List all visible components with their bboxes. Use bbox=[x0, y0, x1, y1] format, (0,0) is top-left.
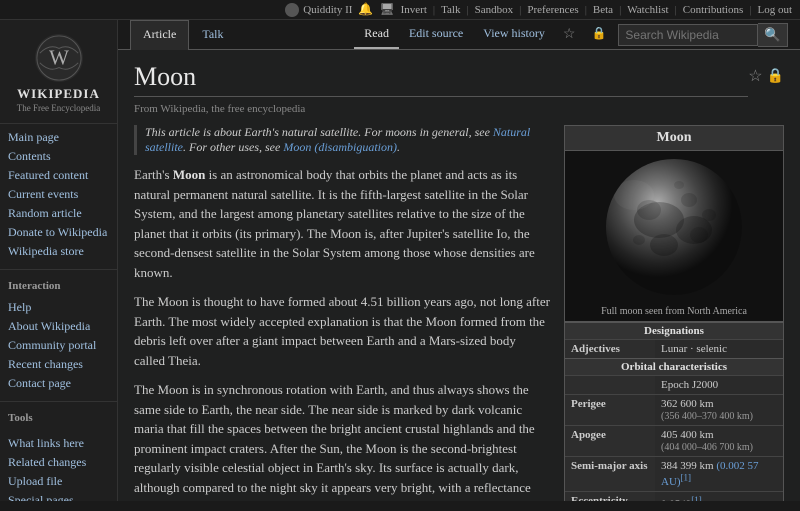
sidebar-item-donate[interactable]: Donate to Wikipedia bbox=[0, 223, 117, 242]
moon-image bbox=[579, 155, 769, 300]
infobox-caption: Full moon seen from North America bbox=[569, 306, 779, 317]
article-title: Moon bbox=[134, 62, 748, 97]
article-content-area: Moon From Wikipedia, the free encycloped… bbox=[118, 50, 800, 501]
topbar-link-invert[interactable]: Invert bbox=[401, 4, 427, 16]
infobox-label-semi-major: Semi-major axis bbox=[565, 457, 655, 491]
sidebar-item-help[interactable]: Help bbox=[0, 298, 117, 317]
sidebar-tools: What links here Related changes Upload f… bbox=[0, 430, 117, 501]
infobox-row-epoch: Epoch J2000 bbox=[565, 375, 783, 394]
sidebar-item-what-links[interactable]: What links here bbox=[0, 434, 117, 453]
monitor-icon[interactable]: 🖥 bbox=[379, 2, 394, 17]
tab-edit-source[interactable]: Edit source bbox=[399, 20, 473, 49]
sidebar-logo: W Wikipedia The Free Encyclopedia bbox=[0, 24, 117, 124]
infobox-section-orbital: Orbital characteristics bbox=[565, 358, 783, 375]
site-subtitle: The Free Encyclopedia bbox=[17, 103, 100, 113]
article-tabs-bar: Article Talk Read Edit source View histo… bbox=[118, 20, 800, 50]
topbar-link-beta[interactable]: Beta bbox=[593, 4, 613, 16]
search-box: 🔍 bbox=[618, 20, 788, 49]
sidebar-nav: Main page Contents Featured content Curr… bbox=[0, 124, 117, 265]
lock-icon[interactable]: 🔒 bbox=[583, 20, 614, 49]
page-options-icon[interactable]: 🔒 bbox=[767, 68, 784, 85]
article-tagline: From Wikipedia, the free encyclopedia bbox=[134, 103, 748, 115]
tab-read[interactable]: Read bbox=[354, 20, 399, 49]
sidebar-item-random-article[interactable]: Random article bbox=[0, 204, 117, 223]
sidebar-item-featured-content[interactable]: Featured content bbox=[0, 166, 117, 185]
sidebar-item-special-pages[interactable]: Special pages bbox=[0, 491, 117, 501]
infobox-row-semi-major: Semi-major axis 384 399 km (0.002 57 AU)… bbox=[565, 456, 783, 491]
sidebar-item-contact[interactable]: Contact page bbox=[0, 374, 117, 393]
sidebar-interaction-label: Interaction bbox=[0, 274, 117, 294]
topbar-link-logout[interactable]: Log out bbox=[757, 4, 792, 16]
infobox-title: Moon bbox=[565, 126, 783, 151]
username[interactable]: Quiddity II bbox=[303, 4, 352, 16]
tab-view-history[interactable]: View history bbox=[473, 20, 555, 49]
user-icon bbox=[285, 3, 299, 17]
topbar-link-contributions[interactable]: Contributions bbox=[683, 4, 744, 16]
link-moon-disambiguation[interactable]: Moon (disambiguation) bbox=[283, 140, 397, 154]
infobox-label-apogee: Apogee bbox=[565, 426, 655, 456]
main-content: Article Talk Read Edit source View histo… bbox=[118, 20, 800, 501]
sidebar-item-recent-changes[interactable]: Recent changes bbox=[0, 355, 117, 374]
infobox-value-semi-major: 384 399 km (0.002 57 AU)[1] bbox=[655, 457, 783, 491]
infobox-image: Full moon seen from North America bbox=[565, 151, 783, 322]
infobox-label-adjectives: Adjectives bbox=[565, 340, 655, 358]
infobox-row-perigee: Perigee 362 600 km(356 400–370 400 km) bbox=[565, 394, 783, 425]
infobox-row-apogee: Apogee 405 400 km(404 000–406 700 km) bbox=[565, 425, 783, 456]
infobox-row-eccentricity: Eccentricity 0.0549[1] bbox=[565, 491, 783, 501]
search-button[interactable]: 🔍 bbox=[758, 23, 788, 47]
site-title: Wikipedia bbox=[17, 86, 100, 102]
search-input[interactable] bbox=[618, 24, 758, 46]
infobox-value-eccentricity: 0.0549[1] bbox=[655, 492, 783, 501]
infobox-label-epoch bbox=[565, 376, 655, 394]
infobox-value-adjectives: Lunar · selenic bbox=[655, 340, 783, 358]
infobox-value-apogee: 405 400 km(404 000–406 700 km) bbox=[655, 426, 783, 456]
star-button[interactable]: ☆ bbox=[555, 20, 584, 49]
topbar-link-watchlist[interactable]: Watchlist bbox=[627, 4, 668, 16]
infobox-label-eccentricity: Eccentricity bbox=[565, 492, 655, 501]
sidebar-item-upload-file[interactable]: Upload file bbox=[0, 472, 117, 491]
infobox-row-adjectives: Adjectives Lunar · selenic bbox=[565, 339, 783, 358]
sidebar-item-about[interactable]: About Wikipedia bbox=[0, 317, 117, 336]
sidebar-item-main-page[interactable]: Main page bbox=[0, 128, 117, 147]
infobox-value-perigee: 362 600 km(356 400–370 400 km) bbox=[655, 395, 783, 425]
sidebar-item-related-changes[interactable]: Related changes bbox=[0, 453, 117, 472]
tab-article[interactable]: Article bbox=[130, 20, 189, 50]
article-body: Moon bbox=[134, 125, 784, 501]
sidebar-item-community-portal[interactable]: Community portal bbox=[0, 336, 117, 355]
user-menu[interactable]: Quiddity II bbox=[285, 3, 352, 17]
sidebar-item-contents[interactable]: Contents bbox=[0, 147, 117, 166]
sidebar-item-current-events[interactable]: Current events bbox=[0, 185, 117, 204]
bell-icon[interactable]: 🔔 bbox=[358, 2, 373, 17]
read-tabs: Read Edit source View history ☆ 🔒 bbox=[354, 20, 614, 49]
topbar-link-preferences[interactable]: Preferences bbox=[527, 4, 578, 16]
favorite-star[interactable]: ☆ bbox=[748, 66, 762, 86]
infobox-label-perigee: Perigee bbox=[565, 395, 655, 425]
tab-talk[interactable]: Talk bbox=[189, 20, 236, 50]
wikipedia-logo: W bbox=[35, 34, 83, 82]
topbar-link-talk[interactable]: Talk bbox=[441, 4, 460, 16]
sidebar-interaction: Help About Wikipedia Community portal Re… bbox=[0, 294, 117, 397]
sidebar-divider-1 bbox=[0, 269, 117, 270]
infobox: Moon bbox=[564, 125, 784, 501]
topbar-link-sandbox[interactable]: Sandbox bbox=[475, 4, 514, 16]
infobox-value-epoch: Epoch J2000 bbox=[655, 376, 783, 394]
svg-text:W: W bbox=[49, 46, 69, 70]
sidebar-divider-2 bbox=[0, 401, 117, 402]
top-bar: Quiddity II 🔔 🖥 Invert | Talk | Sandbox … bbox=[0, 0, 800, 20]
sidebar: W Wikipedia The Free Encyclopedia Main p… bbox=[0, 20, 118, 501]
tab-spacer bbox=[236, 20, 354, 49]
wikipedia-logo-svg: W bbox=[35, 33, 83, 83]
layout: W Wikipedia The Free Encyclopedia Main p… bbox=[0, 20, 800, 501]
sidebar-item-store[interactable]: Wikipedia store bbox=[0, 242, 117, 261]
sidebar-tools-label: Tools bbox=[0, 406, 117, 426]
infobox-section-designations: Designations bbox=[565, 322, 783, 339]
